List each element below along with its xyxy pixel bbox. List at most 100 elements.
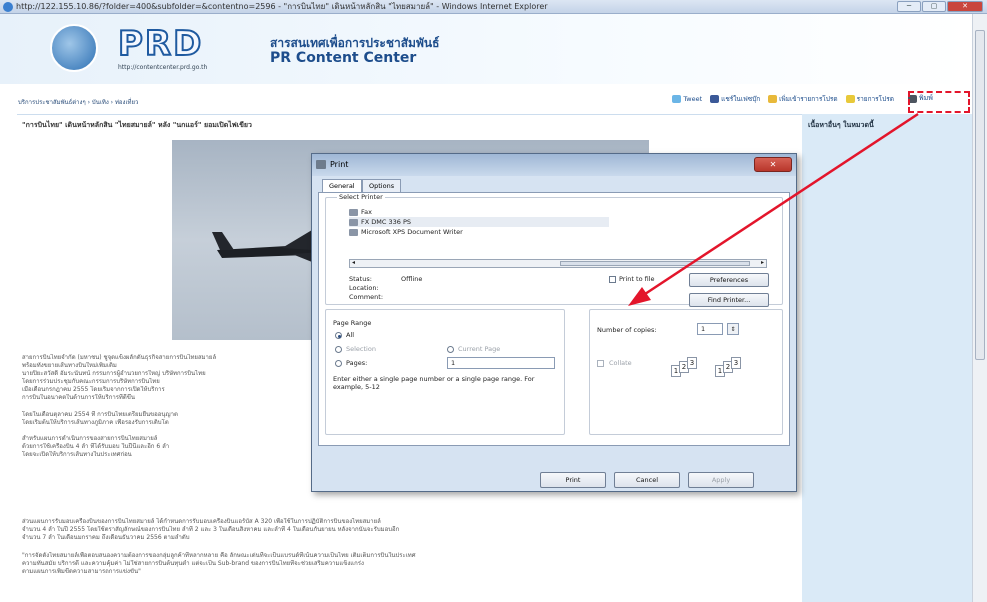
tab-options[interactable]: Options (362, 179, 402, 193)
article-paragraph: นายปิยะสวัสดิ์ อัมระนันทน์ กรรมการผู้อำน… (22, 370, 206, 377)
article-paragraph: โดยจะเปิดให้บริการเส้นทางในประเทศก่อน (22, 451, 132, 458)
cancel-button[interactable]: Cancel (614, 472, 680, 488)
site-header: PRD http://contentcenter.prd.go.th สารสน… (0, 14, 972, 84)
copies-input[interactable]: 1 (697, 323, 723, 335)
article-paragraph: การบินในอนาคตในด้านการให้บริการที่ดีขึ้น (22, 394, 135, 401)
favorite-icon (845, 95, 855, 103)
article-paragraph: จำนวน 7 ลำ ในเดือนมกราคม ถึงเดือนธันวาคม… (22, 534, 190, 541)
print-dialog-titlebar[interactable]: Print ✕ (312, 154, 796, 176)
bookmark-link[interactable]: เพิ่มเข้ารายการโปรด (768, 94, 838, 104)
collate-page: 3 (731, 357, 741, 369)
page-scrollbar-thumb[interactable] (975, 30, 985, 360)
article-paragraph: ตามแผนการเพิ่มขีดความสามารถการแข่งขัน" (22, 568, 141, 575)
select-printer-label: Select Printer (337, 193, 385, 201)
scroll-left-arrow-icon[interactable]: ◂ (352, 259, 355, 266)
preferences-button[interactable]: Preferences (689, 273, 769, 287)
printer-list-hscroll[interactable]: ◂ ▸ (349, 259, 767, 268)
range-all-label: All (346, 331, 355, 339)
facebook-label: แชร์ในเฟซบุ๊ก (721, 95, 761, 103)
article-paragraph: โดยการร่วมประชุมกับคณะกรรมการบริษัทการบิ… (22, 378, 160, 385)
browser-title-bar: http://122.155.10.86/?folder=400&subfold… (0, 0, 987, 14)
article-title: "การบินไทย" เดินหน้าหลักสิน "ไทยสมายล์" … (22, 121, 252, 129)
site-logo[interactable]: PRD (117, 23, 203, 65)
share-links: Tweet แชร์ในเฟซบุ๊ก เพิ่มเข้ารายการโปรด … (672, 94, 932, 104)
maximize-button[interactable]: ▢ (922, 1, 946, 12)
pages-input[interactable]: 1 (447, 357, 555, 369)
sidebar-title: เนื้อหาอื่นๆ ในหมวดนี้ (808, 121, 874, 129)
status-value: Offline (401, 275, 423, 283)
dialog-close-button[interactable]: ✕ (754, 157, 792, 172)
collate-label: Collate (609, 359, 632, 367)
find-printer-button[interactable]: Find Printer... (689, 293, 769, 307)
window-controls: ─ ▢ ✕ (897, 1, 983, 12)
print-dialog-title: Print (330, 160, 349, 169)
site-name-english: PR Content Center (270, 50, 417, 66)
print-dialog: Print ✕ General Options Select Printer F… (311, 153, 797, 492)
status-label: Status: (349, 275, 372, 283)
tweet-link[interactable]: Tweet (672, 95, 702, 103)
article-paragraph: โดยเริ่มต้นให้บริการเส้นทางภูมิภาค เพื่อ… (22, 419, 169, 426)
bookmark-label: เพิ่มเข้ารายการโปรด (779, 95, 838, 103)
printer-name: Fax (361, 208, 372, 216)
print-to-file-label: Print to file (619, 275, 655, 283)
range-current-page-label: Current Page (458, 345, 501, 353)
tweet-label: Tweet (683, 95, 703, 103)
article-paragraph: "การจัดตั้งไทยสมายล์เพื่อตอบสนองความต้อง… (22, 552, 416, 559)
printer-item-fax[interactable]: Fax (349, 207, 609, 217)
article-paragraph: ส่วนแผนการรับมอบเครื่องบินของการบินไทยสม… (22, 518, 381, 525)
article-paragraph: เมื่อเดือนกรกฎาคม 2555 โดยเริ่มจากการเปิ… (22, 386, 165, 393)
breadcrumb[interactable]: บริการประชาสัมพันธ์ต่างๆ › บันเทิง › ท่อ… (18, 97, 138, 107)
printer-item-fx-dmc[interactable]: FX DMC 336 PS (349, 217, 609, 227)
facebook-icon (710, 95, 720, 103)
article-paragraph: โดยในเดือนตุลาคม 2554 ที่ การบินไทยเตรีย… (22, 411, 178, 418)
article-paragraph: สายการบินไทยจำกัด (มหาชน) ชูจุดแข็งผลักด… (22, 354, 217, 361)
page-range-hint: Enter either a single page number or a s… (333, 375, 535, 391)
print-highlight-box (908, 91, 970, 113)
page-range-label: Page Range (333, 319, 372, 327)
range-selection-radio[interactable] (335, 346, 342, 353)
print-dialog-general-panel: Select Printer Fax FX DMC 336 PS Microso… (318, 192, 790, 446)
range-current-page-radio[interactable] (447, 346, 454, 353)
browser-title: http://122.155.10.86/?folder=400&subfold… (16, 2, 548, 11)
minimize-button[interactable]: ─ (897, 1, 921, 12)
article-toolbar: บริการประชาสัมพันธ์ต่างๆ › บันเทิง › ท่อ… (0, 84, 972, 114)
printer-list-hscroll-thumb[interactable] (560, 261, 750, 266)
print-button[interactable]: Print (540, 472, 606, 488)
comment-label: Comment: (349, 293, 384, 301)
site-logo-url: http://contentcenter.prd.go.th (118, 64, 208, 71)
range-pages-label: Pages: (346, 359, 368, 367)
copies-label: Number of copies: (597, 326, 657, 334)
article-paragraph: ความทันสมัย บริการดี และความคุ้มค่า ไม่ใ… (22, 560, 364, 567)
article-paragraph: สำหรับแผนการดำเนินการของสายการบินไทยสมาย… (22, 435, 158, 442)
related-content-sidebar: เนื้อหาอื่นๆ ในหมวดนี้ (802, 114, 972, 602)
printer-list[interactable]: Fax FX DMC 336 PS Microsoft XPS Document… (349, 207, 609, 241)
favorite-label: รายการโปรด (856, 95, 894, 103)
tab-general[interactable]: General (322, 179, 362, 193)
page-scrollbar[interactable] (972, 14, 987, 602)
article-paragraph: จำนวน 4 ลำ ในปี 2555 โดยใช้ตราสัญลักษณ์ข… (22, 526, 400, 533)
close-window-button[interactable]: ✕ (947, 1, 983, 12)
printer-icon (316, 160, 326, 169)
location-label: Location: (349, 284, 379, 292)
page-range-group (325, 309, 565, 435)
printer-item-xps[interactable]: Microsoft XPS Document Writer (349, 227, 609, 237)
apply-button[interactable]: Apply (688, 472, 754, 488)
prd-emblem-icon (50, 24, 98, 72)
printer-icon (349, 219, 358, 226)
article-paragraph: ด้วยการใช้เครื่องบิน 4 ลำ ที่ได้รับมอบ ใ… (22, 443, 170, 450)
range-all-radio[interactable] (335, 332, 342, 339)
collate-checkbox[interactable] (597, 360, 604, 367)
printer-name: Microsoft XPS Document Writer (361, 228, 463, 236)
star-icon (768, 95, 778, 103)
copies-spinner-icon[interactable]: ⇕ (727, 323, 739, 335)
internet-explorer-icon (3, 2, 13, 12)
favorite-link[interactable]: รายการโปรด (845, 94, 894, 104)
range-selection-label: Selection (346, 345, 376, 353)
range-pages-radio[interactable] (335, 360, 342, 367)
facebook-share-link[interactable]: แชร์ในเฟซบุ๊ก (710, 94, 760, 104)
print-to-file-checkbox[interactable] (609, 276, 616, 283)
twitter-icon (672, 95, 682, 103)
scroll-right-arrow-icon[interactable]: ▸ (761, 259, 764, 266)
collate-page: 3 (687, 357, 697, 369)
fax-icon (349, 209, 358, 216)
